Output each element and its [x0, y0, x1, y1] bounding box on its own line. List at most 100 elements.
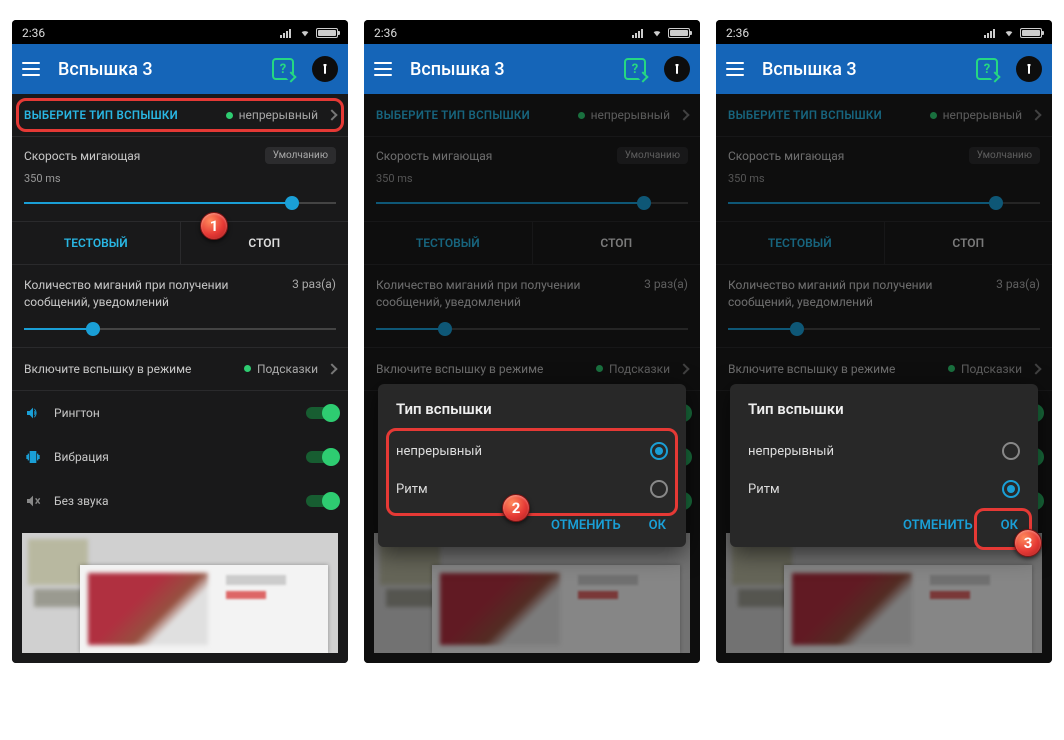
flash-type-value: непрерывный: [591, 108, 670, 122]
flash-type-row: ВЫБЕРИТЕ ТИП ВСПЫШКИ непрерывный: [364, 94, 700, 137]
status-dot-icon: [226, 112, 233, 119]
speed-value: 350 ms: [376, 172, 688, 185]
option-continuous[interactable]: непрерывный: [378, 432, 686, 470]
option-continuous[interactable]: непрерывный: [730, 432, 1038, 470]
flashlight-icon[interactable]: [312, 56, 338, 82]
app-title: Вспышка 3: [58, 59, 254, 80]
signal-icon: [632, 28, 646, 38]
annotation-badge-2: 2: [502, 494, 530, 522]
vibration-switch[interactable]: [306, 451, 336, 463]
status-time: 2:36: [374, 26, 397, 40]
mute-icon: [24, 493, 42, 509]
mode-value: Подсказки: [257, 362, 318, 376]
status-time: 2:36: [22, 26, 45, 40]
wifi-icon: [298, 28, 312, 38]
status-time: 2:36: [726, 26, 749, 40]
stop-button: СТОП: [885, 222, 1053, 264]
mode-label: Включите вспышку в режиме: [376, 362, 596, 376]
vibration-label: Вибрация: [54, 450, 294, 464]
flashlight-icon[interactable]: [664, 56, 690, 82]
battery-icon: [1020, 28, 1042, 38]
default-button[interactable]: Умолчанию: [265, 147, 336, 164]
ok-button[interactable]: ОК: [649, 518, 666, 533]
battery-icon: [316, 28, 338, 38]
silent-row: Без звука: [12, 479, 348, 523]
blink-count-label: Количество миганий при получении сообщен…: [728, 277, 976, 311]
signal-icon: [280, 28, 294, 38]
ringtone-label: Рингтон: [54, 406, 294, 420]
default-button: Умолчанию: [617, 147, 688, 164]
speed-slider[interactable]: [24, 193, 336, 213]
mode-label: Включите вспышку в режиме: [24, 362, 244, 376]
chevron-right-icon: [678, 363, 689, 374]
test-stop-row: ТЕСТОВЫЙ СТОП: [12, 221, 348, 265]
help-icon[interactable]: ?: [624, 58, 646, 80]
status-dot-icon: [244, 365, 251, 372]
battery-icon: [668, 28, 690, 38]
count-slider: [728, 319, 1040, 339]
flashlight-icon[interactable]: [1016, 56, 1042, 82]
radio-icon: [1002, 442, 1020, 460]
cancel-button[interactable]: ОТМЕНИТЬ: [903, 518, 973, 533]
chevron-right-icon: [1030, 363, 1041, 374]
app-bar: Вспышка 3 ?: [364, 44, 700, 94]
vibration-icon: [24, 449, 42, 465]
speed-value: 350 ms: [728, 172, 1040, 185]
option-label: Ритм: [396, 482, 650, 497]
silent-switch[interactable]: [306, 495, 336, 507]
app-title: Вспышка 3: [410, 59, 606, 80]
speed-value: 350 ms: [24, 172, 336, 185]
test-button[interactable]: ТЕСТОВЫЙ: [12, 222, 181, 264]
cancel-button[interactable]: ОТМЕНИТЬ: [551, 518, 621, 533]
menu-icon[interactable]: [374, 62, 392, 76]
mode-row[interactable]: Включите вспышку в режиме Подсказки: [12, 348, 348, 391]
ringtone-switch[interactable]: [306, 407, 336, 419]
speed-section: Скорость мигающая Умолчанию 350 ms: [12, 137, 348, 221]
default-button: Умолчанию: [969, 147, 1040, 164]
wifi-icon: [650, 28, 664, 38]
mode-label: Включите вспышку в режиме: [728, 362, 948, 376]
count-slider[interactable]: [24, 319, 336, 339]
flash-type-row[interactable]: ВЫБЕРИТЕ ТИП ВСПЫШКИ непрерывный: [12, 94, 348, 137]
blink-count-label: Количество миганий при получении сообщен…: [24, 277, 272, 311]
status-bar: 2:36: [364, 20, 700, 44]
status-dot-icon: [948, 365, 955, 372]
option-label: Ритм: [748, 482, 1002, 497]
annotation-badge-3: 3: [1014, 529, 1042, 557]
status-dot-icon: [930, 112, 937, 119]
content-dimmed: ВЫБЕРИТЕ ТИП ВСПЫШКИнепрерывный Скорость…: [716, 94, 1052, 663]
radio-selected-icon: [650, 442, 668, 460]
blink-count-value: 3 раз(а): [644, 277, 688, 291]
dialog-wrap: Тип вспышки непрерывный Ритм ОТМЕНИТЬ ОК…: [730, 384, 1038, 547]
flash-type-label: ВЫБЕРИТЕ ТИП ВСПЫШКИ: [24, 108, 226, 122]
help-icon[interactable]: ?: [976, 58, 998, 80]
help-icon[interactable]: ?: [272, 58, 294, 80]
phone-3: 2:36 Вспышка 3 ? ВЫБЕРИТЕ ТИП ВСПЫШКИнеп…: [716, 20, 1052, 663]
option-rhythm[interactable]: Ритм: [730, 470, 1038, 508]
speed-slider: [728, 193, 1040, 213]
dialog-wrap: Тип вспышки непрерывный Ритм 2 ОТМЕНИТЬ …: [378, 384, 686, 547]
app-bar: Вспышка 3 ?: [12, 44, 348, 94]
menu-icon[interactable]: [726, 62, 744, 76]
content-dimmed: ВЫБЕРИТЕ ТИП ВСПЫШКИ непрерывный Скорост…: [364, 94, 700, 663]
ok-button[interactable]: ОК: [1001, 518, 1018, 533]
phone-2: 2:36 Вспышка 3 ? ВЫБЕРИТЕ ТИП ВСПЫШКИ не…: [364, 20, 700, 663]
vibration-row: Вибрация: [12, 435, 348, 479]
signal-icon: [984, 28, 998, 38]
menu-icon[interactable]: [22, 62, 40, 76]
flash-type-dialog: Тип вспышки непрерывный Ритм 2 ОТМЕНИТЬ …: [378, 384, 686, 547]
chevron-right-icon: [326, 109, 337, 120]
status-bar: 2:36: [716, 20, 1052, 44]
dialog-title: Тип вспышки: [378, 400, 686, 432]
phone-1: 2:36 Вспышка 3 ? ВЫБЕРИТЕ ТИП ВСПЫШКИ не…: [12, 20, 348, 663]
radio-icon: [650, 480, 668, 498]
count-slider: [376, 319, 688, 339]
content: ВЫБЕРИТЕ ТИП ВСПЫШКИ непрерывный 1 Скоро…: [12, 94, 348, 663]
ad-banner[interactable]: [12, 523, 348, 663]
mode-value: Подсказки: [961, 362, 1022, 376]
option-rhythm[interactable]: Ритм: [378, 470, 686, 508]
mode-value: Подсказки: [609, 362, 670, 376]
annotation-badge-1: 1: [200, 212, 228, 240]
speed-label: Скорость мигающая: [728, 149, 844, 163]
option-label: непрерывный: [396, 444, 650, 459]
